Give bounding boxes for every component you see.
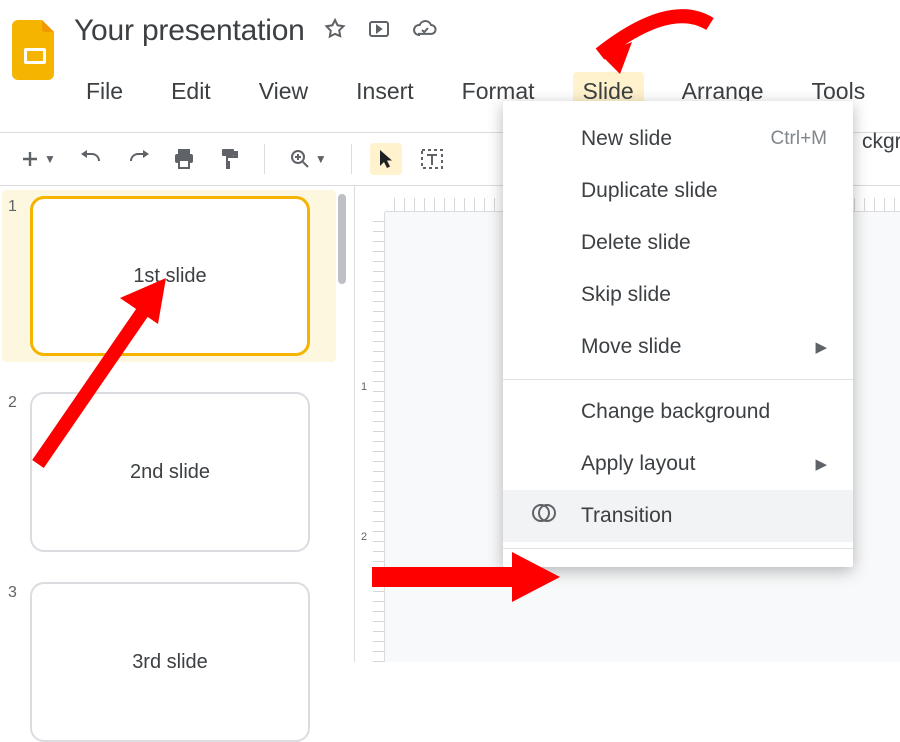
document-title[interactable]: Your presentation	[74, 14, 305, 48]
menu-separator	[503, 548, 853, 549]
menu-duplicate-slide[interactable]: Duplicate slide	[503, 165, 853, 217]
annotation-arrow-icon	[18, 264, 198, 474]
slide-number: 3	[8, 584, 22, 602]
redo-button[interactable]	[122, 143, 154, 175]
new-slide-button[interactable]: ▼	[14, 143, 62, 175]
menu-view[interactable]: View	[249, 72, 318, 119]
menu-shortcut: Ctrl+M	[771, 128, 827, 150]
menu-skip-slide[interactable]: Skip slide	[503, 269, 853, 321]
menu-label: Delete slide	[581, 231, 691, 255]
menu-separator	[503, 379, 853, 380]
print-button[interactable]	[168, 143, 200, 175]
menu-label: Skip slide	[581, 283, 671, 307]
star-icon[interactable]	[323, 17, 347, 46]
menu-label: Change background	[581, 400, 770, 424]
slide-number: 1	[8, 198, 22, 216]
scrollbar-thumb[interactable]	[338, 194, 346, 284]
annotation-arrow-icon	[560, 4, 720, 94]
menu-label: Transition	[581, 504, 672, 528]
menu-file[interactable]: File	[76, 72, 133, 119]
menu-new-slide[interactable]: New slide Ctrl+M	[503, 113, 853, 165]
cloud-saved-icon[interactable]	[411, 17, 439, 46]
select-tool-button[interactable]	[370, 143, 402, 175]
submenu-arrow-icon: ▶	[815, 455, 827, 473]
menu-apply-layout[interactable]: Apply layout ▶	[503, 438, 853, 490]
menu-transition[interactable]: Transition	[503, 490, 853, 542]
ruler-label: 2	[361, 531, 367, 543]
undo-button[interactable]	[76, 143, 108, 175]
ruler-label: 1	[361, 381, 367, 393]
sidebar-scrollbar[interactable]	[330, 186, 354, 662]
menu-label: New slide	[581, 127, 672, 151]
annotation-arrow-icon	[372, 552, 562, 602]
menu-label: Move slide	[581, 335, 681, 359]
transition-icon	[531, 500, 557, 532]
paint-format-button[interactable]	[214, 143, 246, 175]
text-box-button[interactable]	[416, 143, 448, 175]
menu-delete-slide[interactable]: Delete slide	[503, 217, 853, 269]
slide-menu-dropdown: New slide Ctrl+M Duplicate slide Delete …	[503, 101, 853, 567]
zoom-button[interactable]: ▼	[283, 143, 333, 175]
chevron-down-icon: ▼	[44, 152, 56, 166]
submenu-arrow-icon: ▶	[815, 338, 827, 356]
menu-label: Duplicate slide	[581, 179, 718, 203]
menu-move-slide[interactable]: Move slide ▶	[503, 321, 853, 373]
move-icon[interactable]	[367, 17, 391, 46]
separator	[264, 144, 265, 174]
menu-insert[interactable]: Insert	[346, 72, 424, 119]
menu-edit[interactable]: Edit	[161, 72, 221, 119]
background-button-partial[interactable]: ckgro	[862, 130, 900, 154]
app-logo-icon[interactable]	[12, 16, 60, 84]
slide-thumbnail[interactable]: 3rd slide	[30, 582, 310, 742]
menu-label: Apply layout	[581, 452, 695, 476]
chevron-down-icon: ▼	[315, 152, 327, 166]
separator	[351, 144, 352, 174]
menu-change-background[interactable]: Change background	[503, 386, 853, 438]
